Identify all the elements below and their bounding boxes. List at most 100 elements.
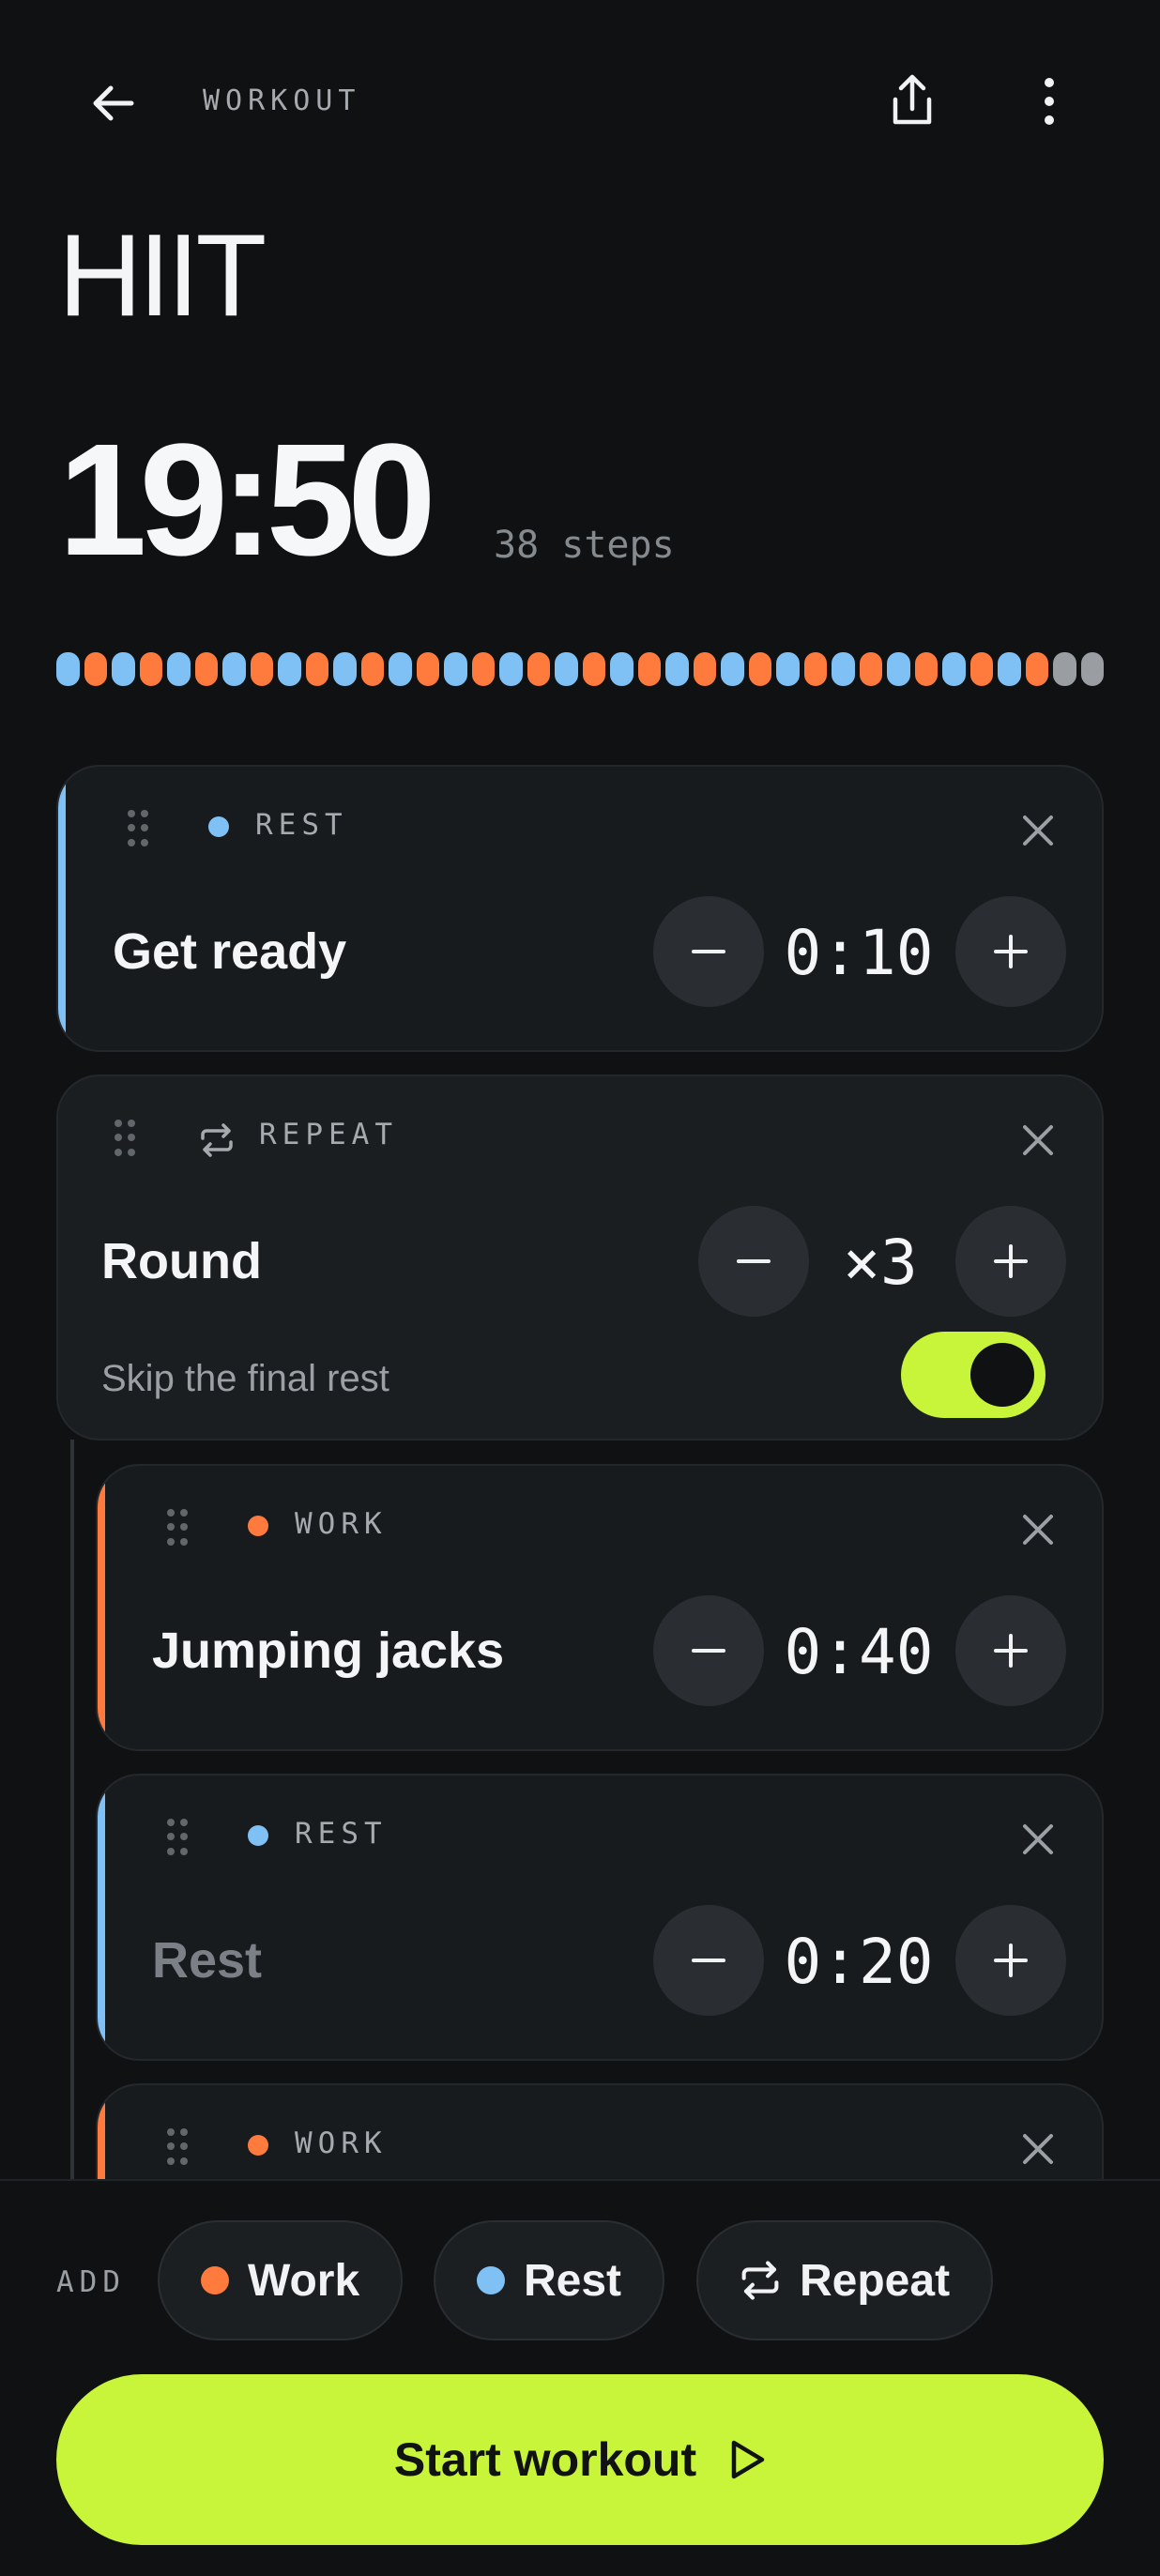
decrease-duration-button[interactable] — [653, 896, 764, 1007]
decrease-duration-button[interactable] — [653, 1595, 764, 1706]
add-work-label: Work — [248, 2255, 360, 2306]
repeat-group-card[interactable]: REPEAT Round ×3 Skip the final rest — [56, 1075, 1104, 1440]
timeline-segment-rest — [832, 652, 855, 686]
step-type-label: WORK — [295, 2126, 388, 2160]
timeline-segment-work — [360, 652, 384, 686]
back-button[interactable] — [75, 66, 150, 141]
add-label: ADD — [56, 2265, 126, 2299]
step-name[interactable]: Rest — [152, 1931, 262, 1989]
step-type-label: REST — [295, 1817, 388, 1851]
drag-handle-icon[interactable] — [167, 2128, 188, 2166]
work-dot-icon — [248, 2135, 268, 2156]
timeline-segment-work — [582, 652, 605, 686]
timeline-segment-rest — [887, 652, 910, 686]
total-duration: 19:50 — [58, 411, 436, 589]
increase-duration-button[interactable] — [955, 1905, 1066, 2016]
timeline-segment-rest — [555, 652, 578, 686]
repeat-icon — [741, 2261, 779, 2300]
play-icon — [731, 2440, 765, 2479]
remove-step-button[interactable] — [1012, 804, 1064, 857]
increase-duration-button[interactable] — [955, 1595, 1066, 1706]
step-card-header: REST — [98, 1776, 1102, 1888]
drag-handle-icon[interactable] — [167, 1819, 188, 1856]
timeline-segment-rest — [112, 652, 135, 686]
remove-step-button[interactable] — [1012, 1503, 1064, 1556]
repeat-type-label: REPEAT — [259, 1118, 398, 1151]
timeline-segment-work — [250, 652, 273, 686]
remove-repeat-button[interactable] — [1012, 1114, 1064, 1166]
add-repeat-button[interactable]: Repeat — [696, 2220, 994, 2340]
timeline-segment-work — [194, 652, 218, 686]
more-options-button[interactable] — [1012, 62, 1087, 141]
timeline-segment-rest — [998, 652, 1021, 686]
repeat-group-line — [70, 1440, 74, 2181]
timeline-segment-rest — [56, 652, 80, 686]
repeat-count: ×3 — [843, 1227, 918, 1299]
add-repeat-label: Repeat — [800, 2255, 951, 2306]
timeline-segment-work — [1025, 652, 1048, 686]
timeline-segment-work — [748, 652, 771, 686]
timeline-segment-work — [969, 652, 993, 686]
timeline-segment-work — [693, 652, 716, 686]
workout-title[interactable]: HIIT — [58, 218, 267, 334]
arrow-left-icon — [93, 85, 134, 121]
timeline-segment-done — [1080, 652, 1104, 686]
add-work-button[interactable]: Work — [158, 2220, 404, 2340]
timeline-segment-work — [416, 652, 439, 686]
increase-duration-button[interactable] — [955, 896, 1066, 1007]
start-workout-label: Start workout — [393, 2433, 697, 2486]
increase-repeat-button[interactable] — [955, 1206, 1066, 1317]
share-button[interactable] — [875, 62, 950, 141]
plus-icon — [994, 1244, 1028, 1278]
add-rest-label: Rest — [524, 2255, 622, 2306]
timeline-segment-rest — [942, 652, 966, 686]
timeline-segment-rest — [776, 652, 800, 686]
drag-handle-icon[interactable] — [114, 1120, 135, 1157]
close-icon — [1023, 1125, 1053, 1155]
bottom-action-bar: ADD Work Rest Repeat Start workout — [0, 2179, 1160, 2576]
drag-handle-icon[interactable] — [128, 810, 148, 847]
timeline-segment-rest — [389, 652, 412, 686]
skip-final-rest-toggle[interactable] — [901, 1332, 1046, 1418]
repeat-name[interactable]: Round — [101, 1232, 262, 1290]
step-name[interactable]: Jumping jacks — [152, 1622, 504, 1680]
minus-icon — [692, 1959, 725, 1962]
steps-count: 38 steps — [494, 524, 675, 567]
step-card-rest[interactable]: REST Rest 0:20 — [96, 1774, 1104, 2061]
work-dot-icon — [248, 1516, 268, 1536]
timeline-segment-work — [859, 652, 882, 686]
add-rest-button[interactable]: Rest — [434, 2220, 665, 2340]
timeline-segment-rest — [610, 652, 633, 686]
timeline-segment-rest — [665, 652, 689, 686]
step-timeline — [56, 652, 1104, 686]
start-workout-button[interactable]: Start workout — [56, 2374, 1104, 2545]
remove-step-button[interactable] — [1012, 1813, 1064, 1866]
decrease-duration-button[interactable] — [653, 1905, 764, 2016]
decrease-repeat-button[interactable] — [698, 1206, 809, 1317]
step-card-get-ready[interactable]: REST Get ready 0:10 — [56, 765, 1104, 1052]
rest-dot-icon — [477, 2266, 505, 2294]
drag-handle-icon[interactable] — [167, 1509, 188, 1547]
plus-icon — [994, 1943, 1028, 1977]
toggle-knob — [970, 1343, 1034, 1407]
timeline-segment-rest — [333, 652, 357, 686]
header-label: WORKOUT — [203, 84, 361, 117]
step-card-jumping-jacks[interactable]: WORK Jumping jacks 0:40 — [96, 1464, 1104, 1751]
timeline-segment-work — [914, 652, 938, 686]
timeline-segment-work — [305, 652, 328, 686]
timeline-segment-rest — [444, 652, 467, 686]
step-type-label: WORK — [295, 1507, 388, 1541]
timeline-segment-work — [84, 652, 107, 686]
remove-step-button[interactable] — [1012, 2123, 1064, 2175]
timeline-segment-rest — [222, 652, 246, 686]
skip-final-rest-label: Skip the final rest — [101, 1358, 389, 1399]
close-icon — [1023, 2134, 1053, 2164]
step-card-header: REST — [58, 767, 1102, 879]
timeline-segment-rest — [721, 652, 744, 686]
close-icon — [1023, 815, 1053, 846]
step-name[interactable]: Get ready — [113, 922, 346, 981]
close-icon — [1023, 1824, 1053, 1854]
step-duration: 0:20 — [784, 1926, 934, 1998]
minus-icon — [692, 1649, 725, 1653]
workout-editor-screen: WORKOUT HIIT 19:50 38 steps REST Get rea… — [0, 0, 1160, 2576]
